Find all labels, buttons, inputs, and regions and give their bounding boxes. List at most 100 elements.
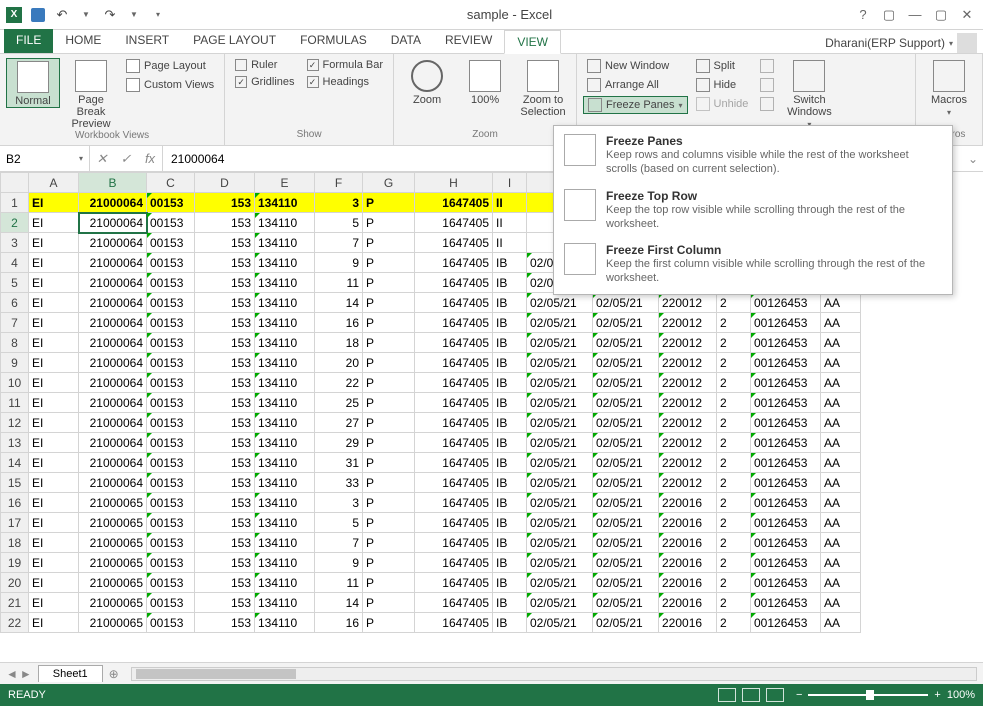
sheet-nav-prev[interactable]: ◄ [6,667,18,681]
cell[interactable]: 220012 [659,313,717,333]
tab-data[interactable]: DATA [379,29,433,53]
cell[interactable]: IB [493,333,527,353]
row-header[interactable]: 4 [1,253,29,273]
cell[interactable]: EI [29,413,79,433]
cell[interactable]: 2 [717,573,751,593]
cell[interactable]: 1647405 [415,393,493,413]
tab-formulas[interactable]: FORMULAS [288,29,379,53]
cell[interactable]: 1647405 [415,313,493,333]
cell[interactable]: 00126453 [751,413,821,433]
row-header[interactable]: 22 [1,613,29,633]
cell[interactable]: P [363,313,415,333]
cell[interactable]: 21000064 [79,193,147,213]
cell[interactable]: 14 [315,593,363,613]
row-header[interactable]: 6 [1,293,29,313]
cell[interactable]: 1647405 [415,353,493,373]
cell[interactable]: 3 [315,493,363,513]
cell[interactable]: 00153 [147,373,195,393]
cell[interactable]: IB [493,273,527,293]
cell[interactable]: AA [821,593,861,613]
cell[interactable]: 20 [315,353,363,373]
cell[interactable]: 220012 [659,293,717,313]
cell[interactable]: AA [821,353,861,373]
cell[interactable]: EI [29,373,79,393]
cell[interactable]: EI [29,193,79,213]
undo-button[interactable]: ↶ [52,5,72,25]
cell[interactable]: P [363,573,415,593]
cell[interactable]: AA [821,533,861,553]
cell[interactable]: 00153 [147,353,195,373]
cell[interactable]: 220012 [659,373,717,393]
cell[interactable]: 00153 [147,213,195,233]
cell[interactable]: P [363,553,415,573]
cell[interactable]: 1647405 [415,593,493,613]
cell[interactable]: P [363,213,415,233]
cell[interactable]: IB [493,293,527,313]
cell[interactable]: P [363,513,415,533]
cell[interactable]: 21000064 [79,393,147,413]
headings-checkbox[interactable]: Headings [303,75,388,89]
cell[interactable]: EI [29,253,79,273]
cell[interactable]: EI [29,613,79,633]
cell[interactable]: 134110 [255,513,315,533]
cell[interactable]: 21000064 [79,253,147,273]
cell[interactable]: 00153 [147,493,195,513]
cell[interactable]: P [363,593,415,613]
cell[interactable]: 220016 [659,553,717,573]
cell[interactable]: 134110 [255,573,315,593]
cell[interactable]: AA [821,433,861,453]
cell[interactable]: AA [821,493,861,513]
cell[interactable]: 1647405 [415,533,493,553]
name-box[interactable]: B2▾ [0,146,90,171]
cell[interactable]: 02/05/21 [593,413,659,433]
cell[interactable]: 00153 [147,313,195,333]
normal-view-button[interactable]: Normal [6,58,60,108]
cell[interactable]: 153 [195,273,255,293]
cell[interactable]: 02/05/21 [593,373,659,393]
help-button[interactable]: ? [851,5,875,25]
cell[interactable]: 7 [315,233,363,253]
cell[interactable]: 02/05/21 [593,493,659,513]
row-header[interactable]: 21 [1,593,29,613]
cell[interactable]: 16 [315,313,363,333]
cell[interactable]: II [493,213,527,233]
cell[interactable]: 2 [717,593,751,613]
tab-file[interactable]: FILE [4,29,53,53]
cell[interactable]: EI [29,353,79,373]
cell[interactable]: 153 [195,353,255,373]
column-header[interactable]: A [29,173,79,193]
cell[interactable]: 02/05/21 [527,613,593,633]
cell[interactable]: 2 [717,473,751,493]
cell[interactable]: IB [493,493,527,513]
row-header[interactable]: 5 [1,273,29,293]
cell[interactable]: 29 [315,433,363,453]
cell[interactable]: 2 [717,553,751,573]
cell[interactable]: 2 [717,333,751,353]
cell[interactable]: 153 [195,253,255,273]
cell[interactable]: 134110 [255,373,315,393]
cell[interactable]: 11 [315,273,363,293]
cell[interactable]: EI [29,533,79,553]
cell[interactable]: 21000065 [79,513,147,533]
cell[interactable]: 134110 [255,413,315,433]
cell[interactable]: 3 [315,193,363,213]
switch-windows-button[interactable]: Switch Windows▾ [782,58,836,129]
cell[interactable]: 02/05/21 [593,513,659,533]
row-header[interactable]: 10 [1,373,29,393]
cell[interactable]: II [493,193,527,213]
cell[interactable]: 00126453 [751,573,821,593]
view-side-by-side-button[interactable] [756,58,778,74]
cell[interactable]: AA [821,553,861,573]
cell[interactable]: 153 [195,493,255,513]
undo-dropdown[interactable]: ▼ [76,5,96,25]
cell[interactable]: IB [493,573,527,593]
cell[interactable]: EI [29,573,79,593]
cell[interactable]: 2 [717,533,751,553]
split-button[interactable]: Split [692,58,753,74]
cell[interactable]: EI [29,453,79,473]
cell[interactable]: 1647405 [415,213,493,233]
cell[interactable]: 02/05/21 [527,413,593,433]
cell[interactable]: 02/05/21 [593,393,659,413]
cell[interactable]: P [363,433,415,453]
cell[interactable]: IB [493,393,527,413]
